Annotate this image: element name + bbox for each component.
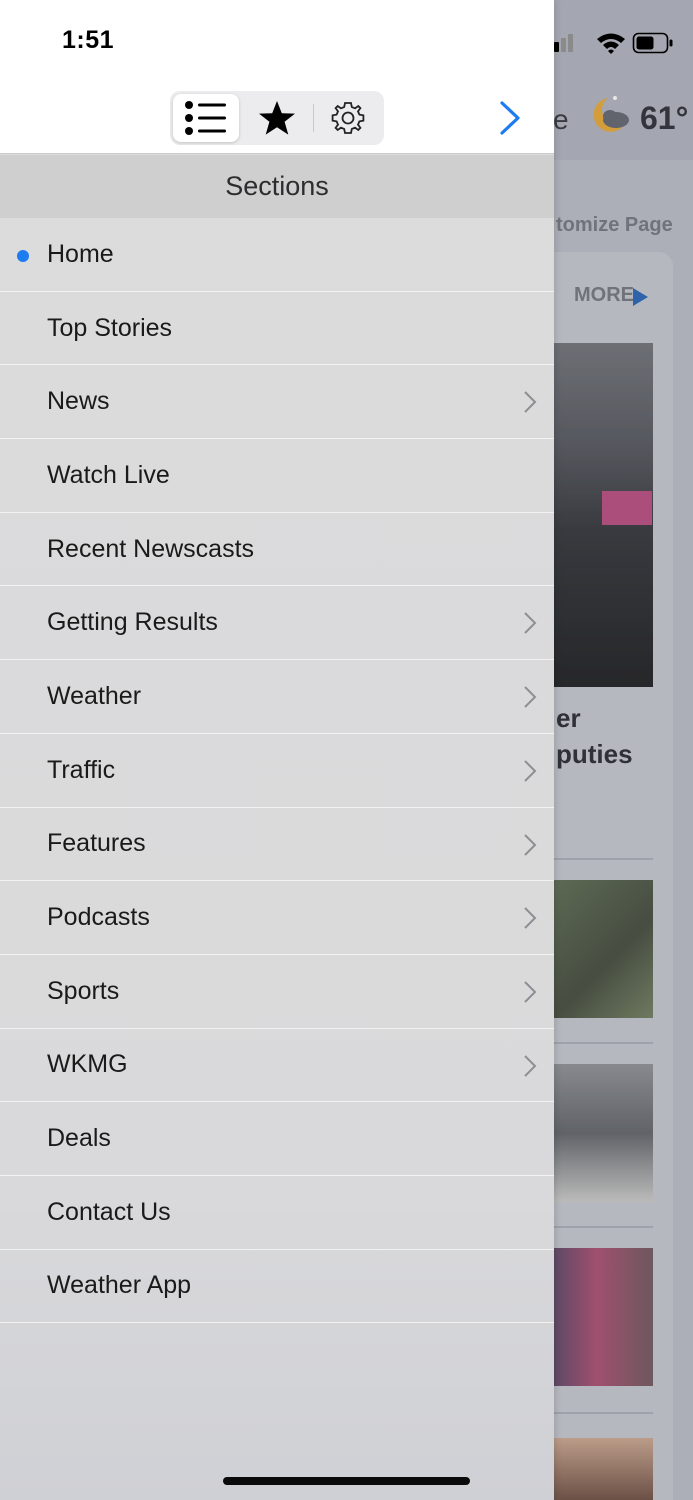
- section-item-recent-newscasts[interactable]: Recent Newscasts: [0, 513, 554, 587]
- section-item-podcasts[interactable]: Podcasts: [0, 881, 554, 955]
- chevron-right-icon: [524, 391, 537, 414]
- section-label: Sports: [47, 976, 120, 1005]
- section-label: News: [47, 387, 110, 416]
- chevron-right-icon: [524, 833, 537, 856]
- wifi-icon: [597, 33, 625, 54]
- section-label: Features: [47, 829, 146, 858]
- chevron-right-icon: [524, 907, 537, 929]
- active-indicator: [17, 250, 29, 262]
- section-item-contact-us[interactable]: Contact Us: [0, 1176, 554, 1250]
- section-label: Weather: [47, 681, 142, 710]
- battery-icon: [632, 32, 673, 54]
- section-item-getting-results[interactable]: Getting Results: [0, 586, 554, 661]
- section-item-top-stories[interactable]: Top Stories: [0, 292, 554, 366]
- section-label: WKMG: [47, 1050, 128, 1079]
- section-label: Watch Live: [47, 460, 170, 489]
- section-item-home[interactable]: Home: [0, 218, 554, 292]
- section-item-news[interactable]: News: [0, 365, 554, 440]
- section-label: Weather App: [47, 1271, 192, 1300]
- home-indicator[interactable]: [223, 1477, 470, 1485]
- view-segmented-control: [170, 91, 384, 145]
- sections-header: Sections: [0, 155, 554, 218]
- section-label: Getting Results: [47, 608, 218, 637]
- section-label: Traffic: [47, 755, 116, 784]
- section-label: Recent Newscasts: [47, 534, 255, 563]
- chevron-right-icon: [500, 101, 520, 135]
- section-item-watch-live[interactable]: Watch Live: [0, 439, 554, 513]
- chevron-right-icon: [524, 612, 537, 635]
- sections-title: Sections: [225, 171, 329, 201]
- section-item-sports[interactable]: Sports: [0, 955, 554, 1029]
- drawer-toolbar: [0, 82, 554, 154]
- segment-separator: [313, 104, 314, 132]
- section-item-features[interactable]: Features: [0, 808, 554, 882]
- status-time: 1:51: [62, 26, 115, 54]
- close-drawer-button[interactable]: [494, 98, 526, 138]
- section-item-deals[interactable]: Deals: [0, 1102, 554, 1176]
- section-label: Contact Us: [47, 1197, 171, 1226]
- section-item-weather[interactable]: Weather: [0, 660, 554, 734]
- chevron-right-icon: [524, 981, 537, 1003]
- sections-drawer: 1:51 Sections Home Top Stories News Watc…: [0, 0, 554, 1500]
- segment-favorites[interactable]: [244, 94, 310, 142]
- section-item-wkmg[interactable]: WKMG: [0, 1029, 554, 1103]
- section-label: Podcasts: [47, 903, 150, 932]
- list-icon: [185, 101, 226, 135]
- section-label: Top Stories: [47, 313, 173, 342]
- section-item-traffic[interactable]: Traffic: [0, 734, 554, 808]
- section-label: Home: [47, 239, 114, 268]
- chevron-right-icon: [524, 760, 537, 782]
- status-icons: [547, 32, 673, 54]
- chevron-right-icon: [524, 1054, 537, 1077]
- sections-list: Home Top Stories News Watch Live Recent …: [0, 218, 554, 1324]
- segment-sections[interactable]: [173, 94, 239, 142]
- star-icon: [259, 101, 295, 135]
- section-label: Deals: [47, 1124, 111, 1153]
- section-item-weather-app[interactable]: Weather App: [0, 1250, 554, 1324]
- chevron-right-icon: [524, 686, 537, 708]
- gear-icon: [331, 102, 365, 134]
- status-bar: 1:51: [0, 0, 554, 82]
- segment-settings[interactable]: [315, 94, 381, 142]
